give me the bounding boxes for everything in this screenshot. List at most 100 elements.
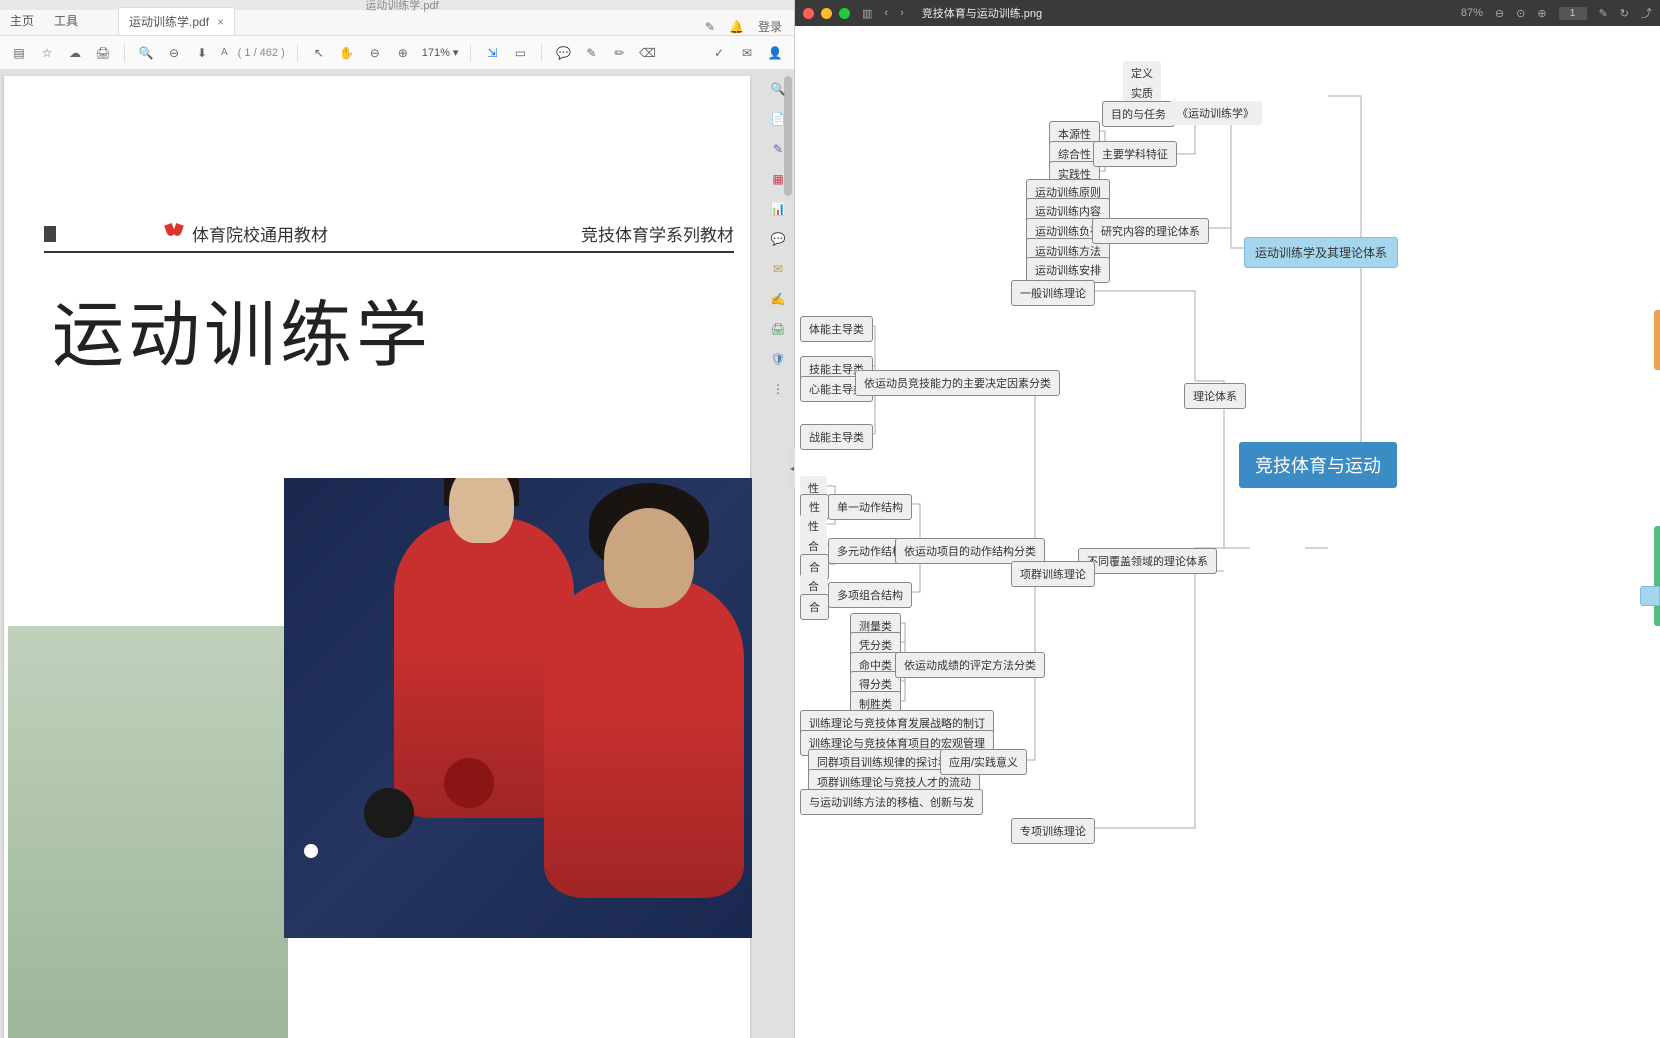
- tool-sign-icon[interactable]: ✍: [769, 290, 787, 308]
- sidebar-icon[interactable]: ▥: [862, 7, 872, 20]
- zoom-out-icon[interactable]: ⊖: [1495, 7, 1504, 20]
- mindmap-node[interactable]: 多项组合结构: [828, 582, 912, 608]
- tool-edit-icon[interactable]: ✎: [769, 140, 787, 158]
- rotate-icon[interactable]: ↻: [1620, 7, 1629, 20]
- tool-more-icon[interactable]: ⋮: [769, 380, 787, 398]
- branch-hint-2: [1654, 526, 1660, 626]
- erase-icon[interactable]: ⌫: [638, 44, 656, 62]
- traffic-lights: [803, 8, 850, 19]
- preview-file-title: 竞技体育与运动训练.png: [904, 5, 1461, 21]
- sign-icon[interactable]: ✎: [705, 20, 715, 34]
- zoom-out-icon[interactable]: ⊖: [366, 44, 384, 62]
- page-letter: A: [221, 47, 228, 58]
- mindmap-node[interactable]: 研究内容的理论体系: [1092, 218, 1209, 244]
- maximize-window-button[interactable]: [839, 8, 850, 19]
- comment-icon[interactable]: 💬: [554, 44, 572, 62]
- mindmap-root-node[interactable]: 竞技体育与运动: [1239, 442, 1397, 488]
- zoom-pct-label: 87%: [1461, 7, 1483, 19]
- tools-tab[interactable]: 工具: [44, 6, 88, 35]
- cover-photo: [284, 478, 752, 938]
- zoom-out-tool-icon[interactable]: ⊖: [165, 44, 183, 62]
- draw-icon[interactable]: ✏: [610, 44, 628, 62]
- tool-fill-icon[interactable]: ✉: [769, 260, 787, 278]
- mindmap-node[interactable]: 与运动训练方法的移植、创新与发: [800, 789, 983, 815]
- tool-comment-icon[interactable]: 💬: [769, 230, 787, 248]
- mindmap-node[interactable]: 体能主导类: [800, 316, 873, 342]
- mindmap-node[interactable]: 主要学科特征: [1093, 141, 1177, 167]
- mindmap-node[interactable]: 不同覆盖领域的理论体系: [1078, 548, 1217, 574]
- zoom-in-icon[interactable]: ⊕: [394, 44, 412, 62]
- page-num-field[interactable]: 1: [1559, 7, 1587, 20]
- branch-hint-3: [1640, 586, 1660, 606]
- mindmap-connectors: [795, 26, 1660, 1038]
- branch-hint-1: [1654, 310, 1660, 370]
- mindmap-node[interactable]: 项群训练理论: [1011, 561, 1095, 587]
- publisher-logo: [164, 224, 184, 244]
- zoom-level-dropdown[interactable]: 171% ▾: [422, 46, 459, 59]
- preview-window: ◂ ▥ ‹ › 竞技体育与运动训练.png 87% ⊖ ⊙ ⊕ 1 ✎ ↻ ⤴: [795, 0, 1660, 1038]
- zoom-actual-icon[interactable]: ⊙: [1516, 7, 1525, 20]
- share-icon[interactable]: ⤴: [1641, 5, 1652, 21]
- pdf-toolbar: ▤ ☆ ☁ 🖨 🔍 ⊖ ⬇ A ( 1 / 462 ) ↖ ✋ ⊖ ⊕ 171%…: [0, 36, 794, 70]
- pdf-viewport[interactable]: 体育院校通用教材 竞技体育学系列教材 运动训练学: [0, 70, 794, 1038]
- pdf-viewer-window: 运动训练学.pdf 主页 工具 运动训练学.pdf × ✎ 🔔 登录 ▤ ☆ ☁…: [0, 0, 795, 1038]
- tool-convert-icon[interactable]: 📊: [769, 200, 787, 218]
- mindmap-node[interactable]: 目的与任务: [1102, 101, 1175, 127]
- share-icon[interactable]: 👤: [766, 44, 784, 62]
- login-button[interactable]: 登录: [758, 18, 782, 35]
- search-icon[interactable]: 🔍: [137, 44, 155, 62]
- hand-tool-icon[interactable]: ✋: [338, 44, 356, 62]
- mindmap-node[interactable]: 战能主导类: [800, 424, 873, 450]
- inactive-title: 运动训练学.pdf: [365, 0, 438, 13]
- minimize-window-button[interactable]: [821, 8, 832, 19]
- cloud-upload-icon[interactable]: ☁: [66, 44, 84, 62]
- book-subtitle-right: 竞技体育学系列教材: [581, 221, 734, 246]
- pdf-tab-strip: 主页 工具 运动训练学.pdf × ✎ 🔔 登录: [0, 10, 794, 36]
- fit-width-icon[interactable]: ⇲: [483, 44, 501, 62]
- pdf-header-actions: ✎ 🔔 登录: [705, 18, 794, 35]
- bell-icon[interactable]: 🔔: [729, 20, 744, 34]
- markup-icon[interactable]: ✎: [1599, 7, 1608, 20]
- mail-icon[interactable]: ✉: [738, 44, 756, 62]
- select-tool-icon[interactable]: ↖: [310, 44, 328, 62]
- nav-back-icon[interactable]: ‹: [884, 7, 888, 19]
- mindmap-canvas[interactable]: 竞技体育与运动 运动训练学及其理论体系 定义 实质 目的与任务 《运动训练学》 …: [795, 26, 1660, 1038]
- mindmap-node[interactable]: 《运动训练学》: [1169, 101, 1262, 125]
- tool-export-icon[interactable]: 📄: [769, 110, 787, 128]
- mindmap-node[interactable]: 理论体系: [1184, 383, 1246, 409]
- download-icon[interactable]: ⬇: [193, 44, 211, 62]
- mindmap-node[interactable]: 专项训练理论: [1011, 818, 1095, 844]
- tool-protect-icon[interactable]: 🛡: [769, 350, 787, 368]
- mindmap-node[interactable]: 依运动成绩的评定方法分类: [895, 652, 1045, 678]
- print-icon[interactable]: 🖨: [94, 44, 112, 62]
- stamp-icon[interactable]: ✓: [710, 44, 728, 62]
- tool-print2-icon[interactable]: 🖨: [769, 320, 787, 338]
- home-tab[interactable]: 主页: [0, 6, 44, 35]
- background-photo: [8, 626, 288, 1038]
- mindmap-node[interactable]: 一般训练理论: [1011, 280, 1095, 306]
- document-tab-active[interactable]: 运动训练学.pdf ×: [118, 7, 235, 35]
- mindmap-node-level1[interactable]: 运动训练学及其理论体系: [1244, 237, 1398, 268]
- sidebar-toggle-icon[interactable]: ▤: [10, 44, 28, 62]
- tab-label: 运动训练学.pdf: [129, 13, 209, 30]
- page-view-icon[interactable]: ▭: [511, 44, 529, 62]
- book-subtitle-left: 体育院校通用教材: [192, 221, 328, 246]
- mindmap-node[interactable]: 合: [800, 594, 829, 620]
- star-icon[interactable]: ☆: [38, 44, 56, 62]
- pdf-page: 体育院校通用教材 竞技体育学系列教材 运动训练学: [4, 76, 750, 1038]
- mindmap-node[interactable]: 依运动员竞技能力的主要决定因素分类: [855, 370, 1060, 396]
- close-window-button[interactable]: [803, 8, 814, 19]
- book-header: 体育院校通用教材 竞技体育学系列教材: [44, 221, 734, 253]
- tool-organize-icon[interactable]: ▦: [769, 170, 787, 188]
- close-tab-button[interactable]: ×: [217, 15, 224, 29]
- logo-block: [44, 226, 56, 242]
- tool-search-icon[interactable]: 🔍: [769, 80, 787, 98]
- mindmap-node[interactable]: 单一动作结构: [828, 494, 912, 520]
- highlight-icon[interactable]: ✎: [582, 44, 600, 62]
- mindmap-node[interactable]: 应用/实践意义: [940, 749, 1027, 775]
- chevron-down-icon: ▾: [453, 46, 459, 59]
- page-indicator: ( 1 / 462 ): [238, 47, 285, 59]
- book-title: 运动训练学: [52, 276, 432, 381]
- preview-titlebar: ▥ ‹ › 竞技体育与运动训练.png 87% ⊖ ⊙ ⊕ 1 ✎ ↻ ⤴: [795, 0, 1660, 26]
- zoom-in-icon[interactable]: ⊕: [1537, 7, 1546, 20]
